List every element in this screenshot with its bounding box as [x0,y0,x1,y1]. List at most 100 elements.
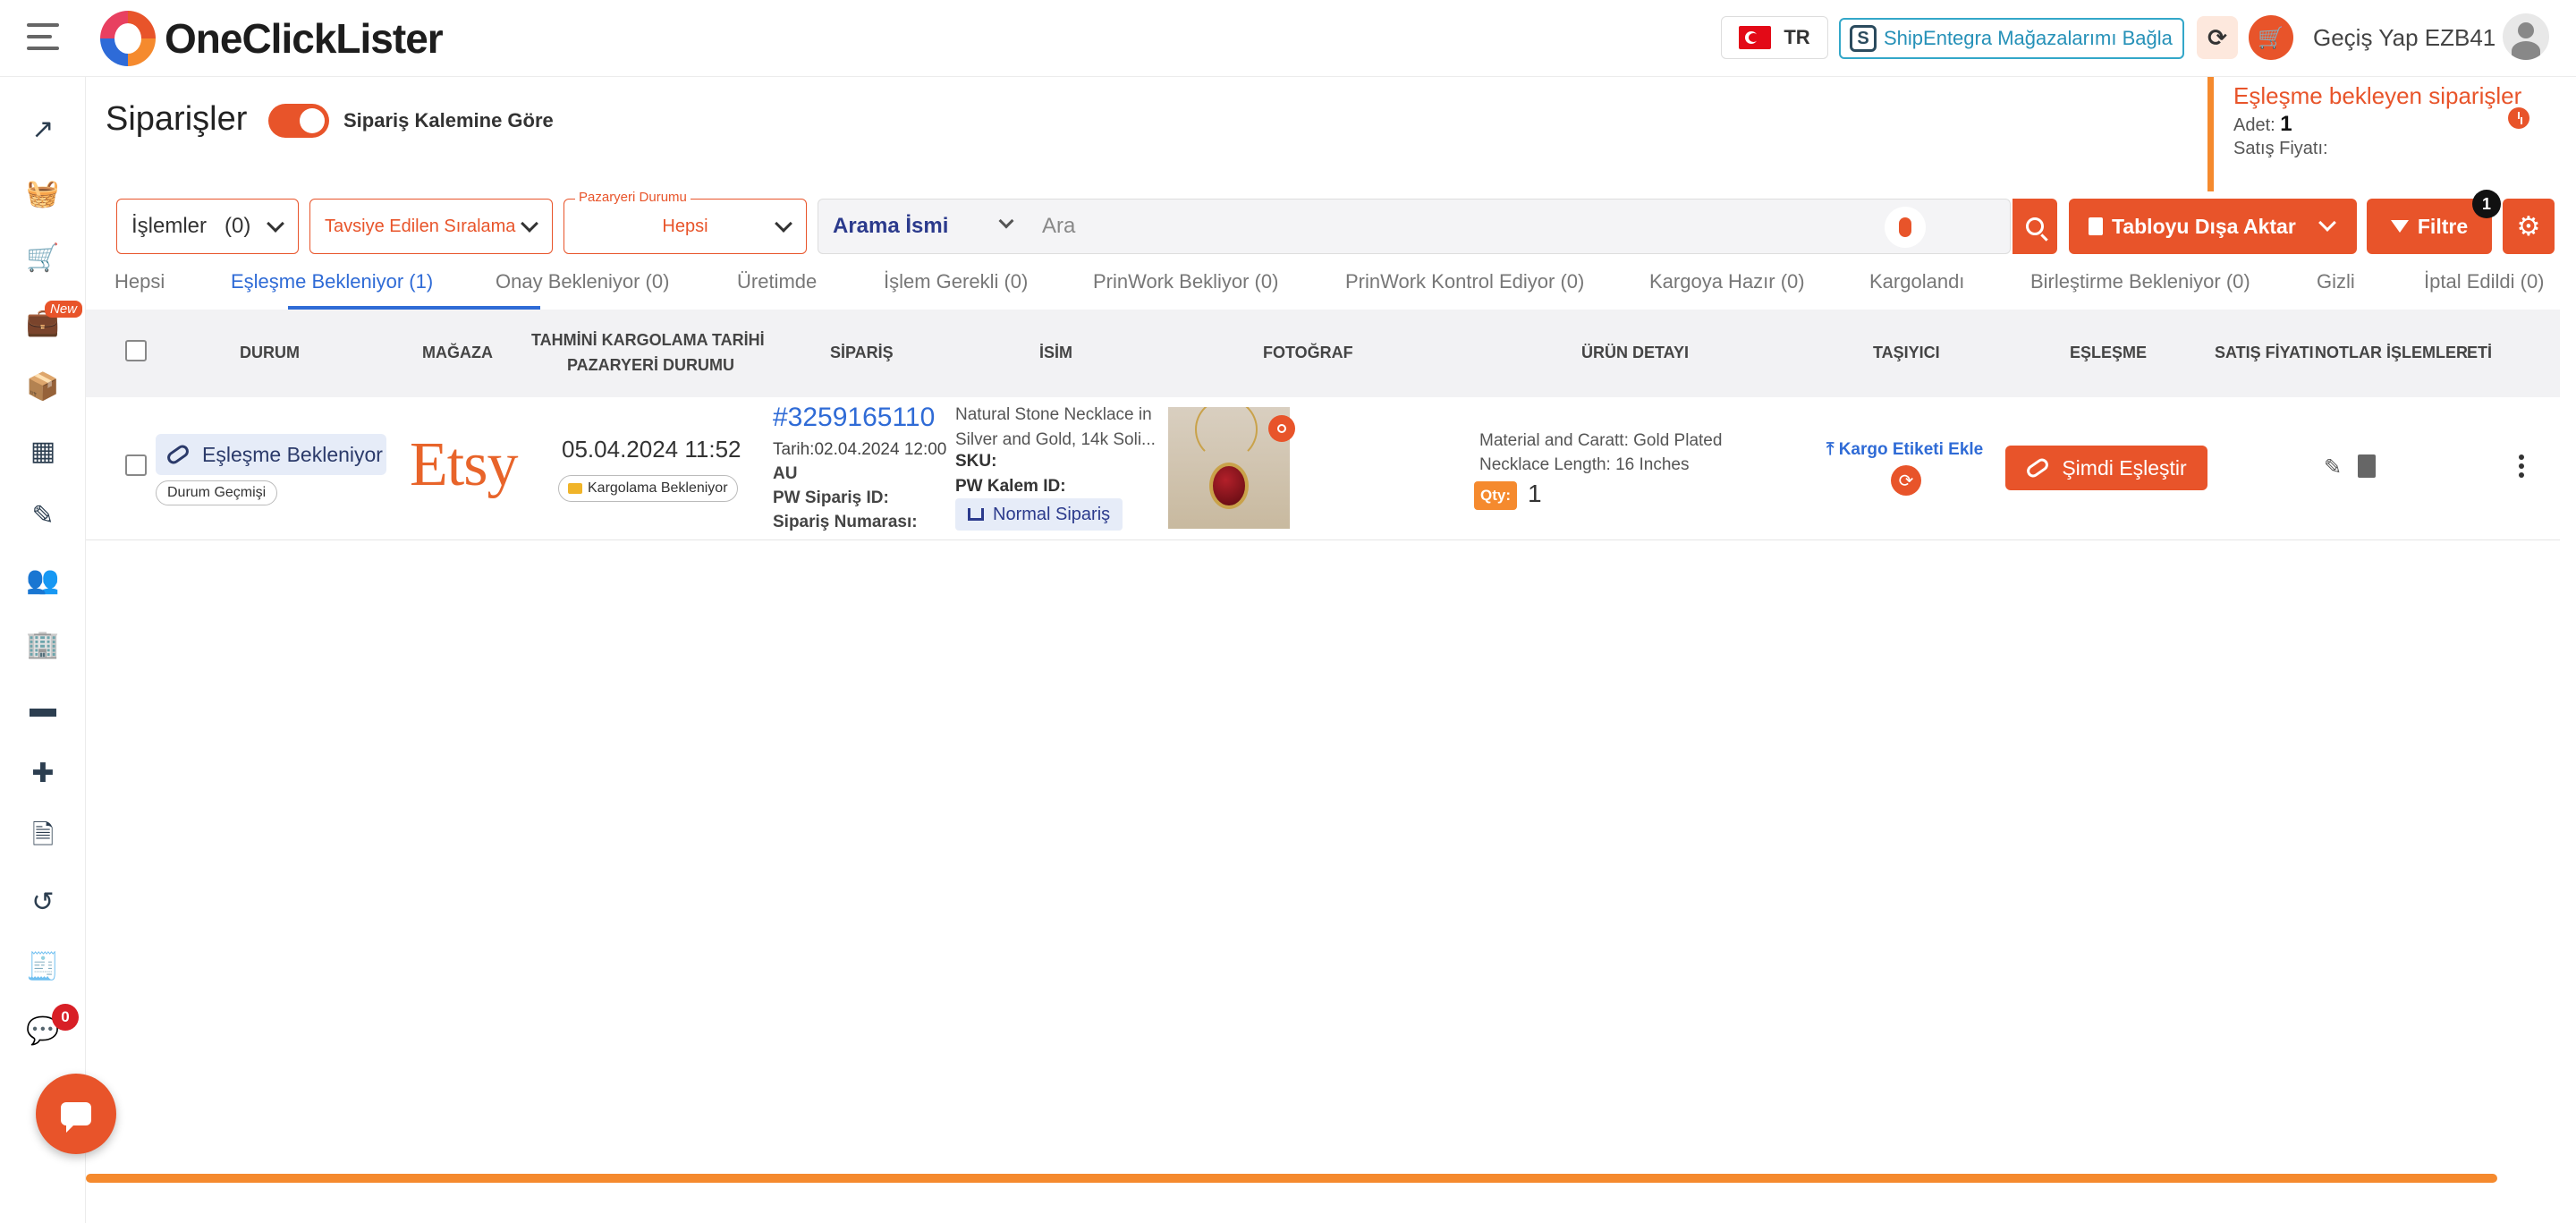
logo[interactable]: OneClickLister [100,11,444,66]
header-photo[interactable]: FOTOĞRAF [1263,344,1353,362]
order-date: Tarih:02.04.2024 12:00 [773,440,947,459]
qty-value: 1 [1528,480,1542,507]
filter-icon [2390,220,2409,233]
receipt-icon[interactable]: 🧾 [25,948,61,984]
sync-icon: ⟳ [2207,23,2227,51]
brand-name: OneClickLister [165,15,444,62]
search-field-select[interactable]: Arama İsmi [833,214,948,239]
shipentegra-label: ShipEntegra Mağazalarımı Bağla [1884,27,2173,49]
search-button[interactable] [2012,199,2057,254]
add-shipping-label-link[interactable]: ⤒ Kargo Etiketi Ekle [1826,440,1983,460]
status-label: Eşleşme Bekleniyor [202,442,383,466]
tab-awaiting-approval[interactable]: Onay Bekleniyor (0) [496,270,669,293]
voice-search-button[interactable] [1885,207,1926,248]
header-matching[interactable]: EŞLEŞME [2070,344,2147,362]
marketplace-status-value: Hepsi [662,216,708,236]
language-button[interactable]: TR [1721,16,1828,59]
select-all-checkbox[interactable] [125,340,147,361]
wallet-icon[interactable]: ▬ [25,691,61,726]
tab-action-required[interactable]: İşlem Gerekli (0) [884,270,1028,293]
boxes-icon[interactable]: ▦ [25,433,61,469]
trending-up-icon[interactable]: ↗ [25,111,61,147]
box-open-icon[interactable]: 📦 [25,369,61,404]
store-logo-etsy: Etsy [410,430,518,499]
tab-all[interactable]: Hepsi [114,270,165,293]
header-product-detail[interactable]: ÜRÜN DETAYI [1581,344,1689,362]
edit-document-icon[interactable]: ✎ [25,497,61,533]
marketplace-status-text: Kargolama Bekleniyor [588,480,728,496]
qty-badge: Qty: [1474,481,1517,510]
tab-cancelled[interactable]: İptal Edildi (0) [2424,270,2545,293]
header-carrier[interactable]: TAŞIYICI [1873,344,1940,362]
tab-hidden[interactable]: Gizli [2317,270,2355,293]
users-icon[interactable]: 👥 [25,562,61,598]
header-price[interactable]: SATIŞ FİYATI [2215,344,2314,362]
puzzle-icon[interactable]: ✚ [25,755,61,791]
cart-plus-icon[interactable]: 🛒 [25,240,61,276]
sync-button[interactable]: ⟳ [2197,16,2238,59]
match-now-label: Şimdi Eşleştir [2062,455,2187,480]
filter-count-badge: 1 [2472,190,2501,218]
zoom-icon[interactable] [1268,415,1295,442]
edit-note-icon[interactable]: ✎ [2324,454,2347,480]
header-ship-date[interactable]: TAHMİNİ KARGOLAMA TARİHİ [531,331,765,350]
search-input[interactable] [1042,208,1865,244]
history-icon[interactable]: ↺ [25,884,61,920]
order-item-toggle[interactable] [268,104,329,138]
header-name[interactable]: İSİM [1039,344,1072,362]
chevron-down-icon [521,215,538,233]
tab-awaiting-merge[interactable]: Birleştirme Bekleniyor (0) [2030,270,2250,293]
header-actions[interactable]: İŞLEMLER [2386,344,2468,362]
order-number-link[interactable]: #3259165110 [773,403,935,433]
file-check-icon[interactable]: 🗎 [25,820,61,855]
user-switch-label[interactable]: Geçiş Yap EZB41 [2313,24,2496,52]
clock-icon [2508,107,2529,129]
live-chat-button[interactable] [36,1074,116,1154]
basket-icon[interactable]: 🧺 [25,175,61,211]
document-icon[interactable] [2358,454,2376,478]
tab-ready-to-ship[interactable]: Kargoya Hazır (0) [1649,270,1805,293]
sort-select[interactable]: Tavsiye Edilen Sıralama [309,199,553,254]
marketplace-status-select[interactable]: Pazaryeri Durumu Hepsi [564,190,807,254]
operations-count: (0) [225,214,251,238]
file-excel-icon [2089,217,2103,235]
match-now-button[interactable]: Şimdi Eşleştir [2005,446,2207,490]
tab-prinwork-checking[interactable]: PrinWork Kontrol Ediyor (0) [1345,270,1584,293]
carrier-sync-button[interactable]: ⟳ [1891,465,1921,496]
settings-button[interactable]: ⚙ [2503,199,2555,254]
link-icon [2024,455,2052,480]
product-name[interactable]: Natural Stone Necklace in Silver and Gol… [955,403,1159,453]
header-order[interactable]: SİPARİŞ [830,344,894,362]
header-marketplace-status[interactable]: PAZARYERİ DURUMU [567,356,734,375]
order-type-chip: Normal Sipariş [955,498,1123,531]
status-history-chip[interactable]: Durum Geçmişi [156,480,278,505]
row-actions-menu-icon[interactable] [2519,454,2526,480]
header-status[interactable]: DURUM [240,344,300,362]
tab-prinwork-waiting[interactable]: PrinWork Bekliyor (0) [1093,270,1278,293]
sidebar: ↗ 🧺 🛒 💼 📦 ▦ ✎ 👥 🏢 ▬ ✚ 🗎 ↺ 🧾 💬 [0,77,86,1223]
search-box: Arama İsmi [818,199,2011,254]
shipentegra-connect-button[interactable]: S ShipEntegra Mağazalarımı Bağla [1839,18,2184,59]
language-label: TR [1784,26,1810,48]
chevron-down-icon[interactable] [998,213,1014,229]
pending-match-panel[interactable]: Eşleşme bekleyen siparişler Adet: 1 Satı… [2207,77,2576,191]
tab-shipped[interactable]: Kargolandı [1869,270,1964,293]
sort-label: Tavsiye Edilen Sıralama [325,216,516,236]
status-badge[interactable]: Eşleşme Bekleniyor [156,434,386,475]
row-checkbox[interactable] [125,454,147,476]
chevron-down-icon [2318,214,2336,232]
header-store[interactable]: MAĞAZA [422,344,493,362]
export-table-button[interactable]: Tabloyu Dışa Aktar [2069,199,2357,254]
filter-label: Filtre [2417,214,2469,238]
tab-in-production[interactable]: Üretimde [737,270,817,293]
operations-select[interactable]: İşlemler (0) [116,199,299,254]
header-notes[interactable]: NOTLAR [2315,344,2382,362]
header-extra[interactable]: ETİ [2467,344,2492,362]
top-bar: OneClickLister TR S ShipEntegra Mağazala… [0,0,2576,77]
product-detail-material: Material and Caratt: Gold Plated [1479,431,1723,450]
cart-button[interactable]: 🛒 [2249,15,2293,60]
building-shield-icon[interactable]: 🏢 [25,626,61,662]
avatar[interactable] [2503,13,2549,60]
menu-icon[interactable] [27,23,59,50]
tab-awaiting-match[interactable]: Eşleşme Bekleniyor (1) [231,270,433,293]
